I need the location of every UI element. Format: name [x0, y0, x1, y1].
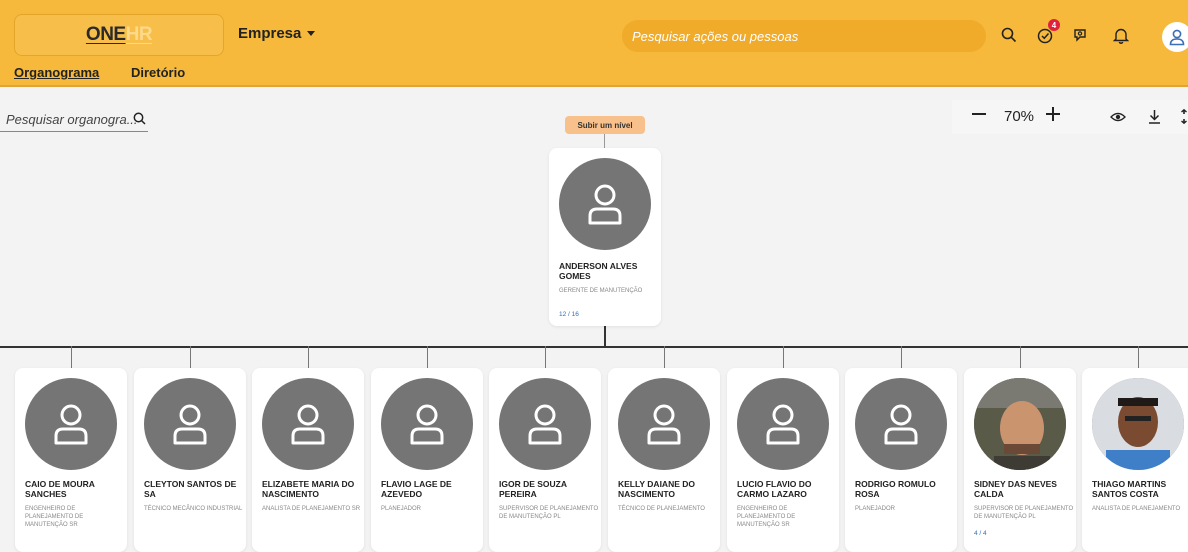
bell-icon[interactable] [1110, 24, 1132, 46]
employee-card[interactable]: SIDNEY DAS NEVES CALDA SUPERVISOR DE PLAN… [964, 368, 1076, 552]
employee-role: PLANEJADOR [855, 506, 896, 512]
global-search-input[interactable]: Pesquisar ações ou pessoas [622, 20, 986, 52]
tab-organograma[interactable]: Organograma [14, 65, 99, 80]
search-icon[interactable] [998, 24, 1020, 46]
global-search-placeholder: Pesquisar ações ou pessoas [632, 28, 799, 44]
logo[interactable]: ONEHR [14, 14, 224, 56]
employee-role: SUPERVISOR DE PLANEJAMENTO DE MANUTENÇÃO… [499, 506, 599, 521]
employee-photo [974, 378, 1066, 470]
root-role: GERENTE DE MANUTENÇÃO [559, 288, 643, 294]
chevron-down-icon [307, 31, 316, 36]
user-avatar[interactable] [1162, 22, 1188, 52]
logo-one: ONE [85, 24, 126, 45]
connector-drop [308, 346, 309, 368]
root-card[interactable]: ANDERSON ALVES GOMES GERENTE DE MANUTENÇ… [549, 148, 661, 326]
connector-up [604, 134, 605, 148]
zoom-controls: 70% [952, 100, 1188, 134]
employee-role: ANALISTA DE PLANEJAMENTO SR [262, 506, 361, 512]
employee-name: IGOR DE SOUZA PEREIRA [499, 479, 567, 499]
employee-card[interactable]: CAIO DE MOURA SANCHES ENGENHEIRO DE PLANE… [15, 368, 127, 552]
employee-role: TÉCNICO DE PLANEJAMENTO [618, 506, 705, 512]
employee-card[interactable]: RODRIGO ROMULO ROSA PLANEJADOR [845, 368, 957, 552]
connector-drop [901, 346, 902, 368]
employee-card[interactable]: KELLY DAIANE DO NASCIMENTO TÉCNICO DE PLA… [608, 368, 720, 552]
employee-name: KELLY DAIANE DO NASCIMENTO [618, 479, 695, 499]
employee-card[interactable]: ELIZABETE MARIA DO NASCIMENTO ANALISTA DE… [252, 368, 364, 552]
employee-photo [1092, 378, 1184, 470]
sub-navigation: Organograma Diretório [0, 62, 1188, 87]
employee-avatar [25, 378, 117, 470]
connector-drop [1138, 346, 1139, 368]
tab-diretorio[interactable]: Diretório [131, 65, 185, 80]
employee-avatar [499, 378, 591, 470]
connector-drop [545, 346, 546, 368]
root-name: ANDERSON ALVES GOMES [559, 261, 638, 281]
notification-badge: 4 [1048, 19, 1060, 31]
employee-name: LUCIO FLAVIO DO CARMO LAZARO [737, 479, 812, 499]
person-icon [588, 184, 622, 225]
employee-card[interactable]: CLEYTON SANTOS DE SA TÉCNICO MECÂNICO IND… [134, 368, 246, 552]
employee-avatar [144, 378, 236, 470]
connector-drop [71, 346, 72, 368]
employee-avatar [855, 378, 947, 470]
employee-card[interactable]: LUCIO FLAVIO DO CARMO LAZARO ENGENHEIRO D… [727, 368, 839, 552]
feedback-icon[interactable] [1070, 24, 1092, 46]
user-icon [1169, 29, 1185, 46]
employee-name: CAIO DE MOURA SANCHES [25, 479, 95, 499]
root-count[interactable]: 12 / 16 [559, 311, 579, 318]
logo-hr: HR [125, 24, 153, 45]
org-search-input[interactable]: Pesquisar organogra... [0, 108, 148, 132]
expand-icon[interactable] [1180, 109, 1188, 124]
connector-horizontal [0, 346, 1188, 348]
employee-name: SIDNEY DAS NEVES CALDA [974, 479, 1057, 499]
up-level-button[interactable]: Subir um nível [565, 116, 645, 134]
connector-root-down [604, 326, 606, 347]
employee-name: THIAGO MARTINS SANTOS COSTA [1092, 479, 1167, 499]
connector-drop [427, 346, 428, 368]
employee-role: ENGENHEIRO DE PLANEJAMENTO DE MANUTENÇÃO… [737, 506, 796, 529]
zoom-level: 70% [1004, 108, 1035, 125]
org-search-placeholder: Pesquisar organogra... [6, 112, 138, 127]
company-dropdown[interactable]: Empresa [238, 25, 316, 42]
employee-name: FLAVIO LAGE DE AZEVEDO [381, 479, 452, 499]
employee-avatar [618, 378, 710, 470]
employee-count[interactable]: 4 / 4 [974, 530, 987, 537]
employee-role: ENGENHEIRO DE PLANEJAMENTO DE MANUTENÇÃO… [25, 506, 84, 529]
employee-name: CLEYTON SANTOS DE SA [144, 479, 237, 499]
employee-name: ELIZABETE MARIA DO NASCIMENTO [262, 479, 355, 499]
employee-card[interactable]: THIAGO MARTINS SANTOS COSTA ANALISTA DE P… [1082, 368, 1188, 552]
employee-name: RODRIGO ROMULO ROSA [855, 479, 936, 499]
goals-icon[interactable]: 4 [1034, 19, 1060, 46]
connector-drop [1020, 346, 1021, 368]
employee-card[interactable]: FLAVIO LAGE DE AZEVEDO PLANEJADOR [371, 368, 483, 552]
connector-drop [190, 346, 191, 368]
employee-avatar [262, 378, 354, 470]
root-avatar [559, 158, 651, 250]
employee-card[interactable]: IGOR DE SOUZA PEREIRA SUPERVISOR DE PLANE… [489, 368, 601, 552]
employee-role: TÉCNICO MECÂNICO INDUSTRIAL [144, 506, 243, 512]
company-label: Empresa [238, 25, 302, 42]
employee-role: PLANEJADOR [381, 506, 422, 512]
zoom-out-button[interactable] [972, 113, 986, 115]
connector-drop [664, 346, 665, 368]
employee-role: SUPERVISOR DE PLANEJAMENTO DE MANUTENÇÃO… [974, 506, 1074, 521]
connector-drop [783, 346, 784, 368]
eye-icon[interactable] [1110, 111, 1126, 123]
top-bar: ONEHR Empresa Pesquisar ações ou pessoas… [0, 0, 1188, 62]
search-icon[interactable] [133, 112, 146, 125]
employee-avatar [737, 378, 829, 470]
employee-avatar [381, 378, 473, 470]
employee-role: ANALISTA DE PLANEJAMENTO [1092, 506, 1181, 512]
download-icon[interactable] [1148, 109, 1161, 124]
zoom-in-button[interactable] [1046, 107, 1060, 121]
